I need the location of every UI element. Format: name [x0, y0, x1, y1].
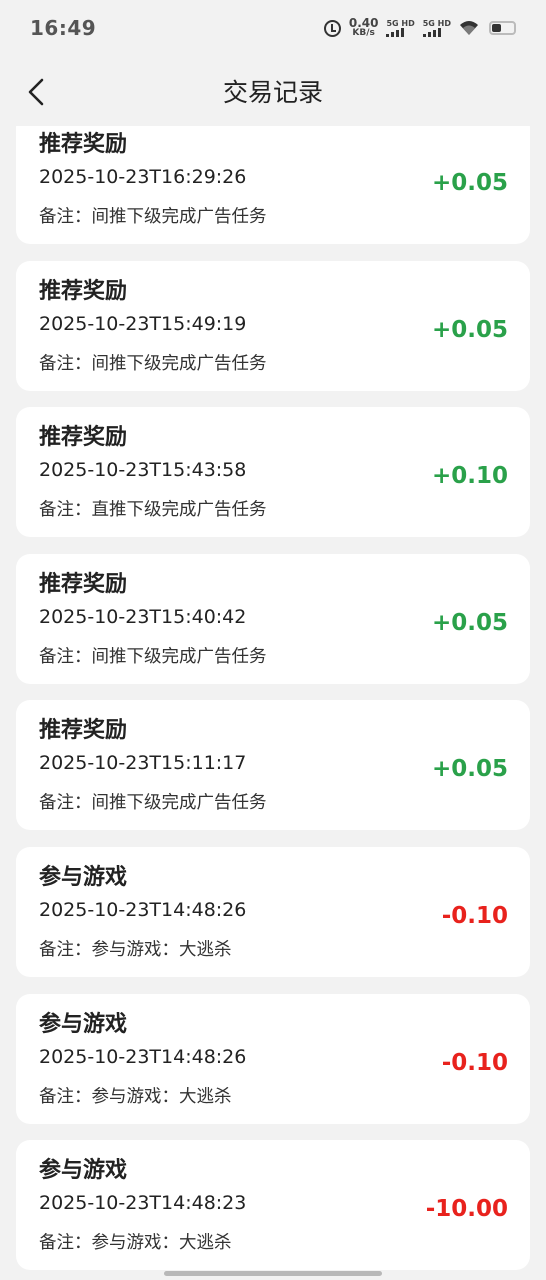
transaction-title: 参与游戏	[39, 1011, 128, 1037]
transaction-time: 2025-10-23T16:29:26	[39, 166, 247, 188]
transaction-amount: +0.05	[431, 170, 508, 196]
transaction-time: 2025-10-23T14:48:26	[39, 1045, 247, 1068]
home-indicator[interactable]	[164, 1271, 382, 1276]
transaction-time: 2025-10-23T15:11:17	[39, 752, 247, 775]
transaction-note: 备注：参与游戏：大逃杀	[39, 939, 232, 960]
chevron-left-icon	[28, 78, 44, 106]
net-speed-unit: KB/s	[352, 28, 375, 38]
transaction-list-inner: 推荐奖励 2025-10-23T16:29:26 备注：间推下级完成广告任务 +…	[16, 126, 530, 1280]
transaction-note: 备注：参与游戏：大逃杀	[39, 1086, 232, 1107]
battery-icon	[489, 21, 516, 35]
transaction-title: 参与游戏	[39, 864, 128, 890]
wifi-icon	[460, 21, 478, 35]
status-time: 16:49	[30, 16, 97, 40]
transaction-note: 备注：间推下级完成广告任务	[39, 646, 267, 667]
status-bar: 16:49 0.40 KB/s 5G HD 5G HD	[0, 0, 546, 56]
transaction-time: 2025-10-23T15:40:42	[39, 605, 247, 628]
page-title: 交易记录	[222, 78, 323, 107]
transaction-card[interactable]: 参与游戏 2025-10-23T14:48:26 备注：参与游戏：大逃杀 -0.…	[16, 993, 530, 1124]
transaction-note: 备注：直推下级完成广告任务	[39, 500, 267, 521]
signal-icon: 5G HD	[422, 19, 451, 37]
net-speed: 0.40 KB/s	[348, 16, 379, 38]
transaction-title: 推荐奖励	[39, 571, 128, 597]
sim1-label: 5G HD	[386, 19, 415, 28]
transaction-note: 备注：间推下级完成广告任务	[39, 793, 267, 814]
transaction-time: 2025-10-23T14:48:23	[39, 1192, 247, 1215]
transaction-time: 2025-10-23T14:48:26	[39, 898, 247, 921]
transaction-time: 2025-10-23T15:49:19	[39, 312, 247, 335]
transaction-amount: +0.10	[431, 463, 508, 490]
transaction-card[interactable]: 推荐奖励 2025-10-23T15:11:17 备注：间推下级完成广告任务 +…	[16, 700, 530, 831]
net-speed-value: 0.40	[348, 16, 379, 30]
transaction-title: 推荐奖励	[39, 132, 128, 157]
transaction-amount: -0.10	[441, 902, 508, 929]
sim2-label: 5G HD	[422, 19, 451, 28]
transaction-time: 2025-10-23T15:43:58	[39, 459, 247, 482]
status-icons: 0.40 KB/s 5G HD 5G HD	[323, 16, 516, 38]
transaction-list[interactable]: 推荐奖励 2025-10-23T16:29:26 备注：间推下级完成广告任务 +…	[0, 126, 546, 1280]
transaction-card[interactable]: 参与游戏 2025-10-23T14:48:23 备注：参与游戏：大逃杀 -10…	[16, 1140, 530, 1271]
transaction-card[interactable]: 推荐奖励 2025-10-23T16:29:26 备注：间推下级完成广告任务 +…	[16, 126, 530, 244]
transaction-amount: +0.05	[431, 609, 508, 636]
alarm-icon	[323, 19, 341, 37]
transaction-note: 备注：参与游戏：大逃杀	[39, 1233, 232, 1254]
transaction-card[interactable]: 推荐奖励 2025-10-23T15:49:19 备注：间推下级完成广告任务 +…	[16, 260, 530, 391]
transaction-title: 推荐奖励	[39, 278, 128, 304]
transaction-note: 备注：间推下级完成广告任务	[39, 353, 267, 374]
transaction-title: 参与游戏	[39, 1158, 128, 1184]
transaction-card[interactable]: 推荐奖励 2025-10-23T15:43:58 备注：直推下级完成广告任务 +…	[16, 407, 530, 538]
transaction-amount: -0.10	[441, 1049, 508, 1076]
transaction-amount: +0.05	[431, 316, 508, 343]
header-bar: 交易记录	[0, 56, 546, 126]
transaction-amount: +0.05	[431, 756, 508, 783]
transaction-card[interactable]: 参与游戏 2025-10-23T14:48:26 备注：参与游戏：大逃杀 -0.…	[16, 846, 530, 977]
transaction-title: 推荐奖励	[39, 718, 128, 744]
transaction-title: 推荐奖励	[39, 425, 128, 451]
back-button[interactable]	[18, 74, 54, 110]
transaction-amount: -10.00	[425, 1196, 508, 1223]
transaction-note: 备注：间推下级完成广告任务	[39, 207, 267, 227]
signal-icon: 5G HD	[386, 19, 415, 37]
transaction-card[interactable]: 推荐奖励 2025-10-23T15:40:42 备注：间推下级完成广告任务 +…	[16, 553, 530, 684]
